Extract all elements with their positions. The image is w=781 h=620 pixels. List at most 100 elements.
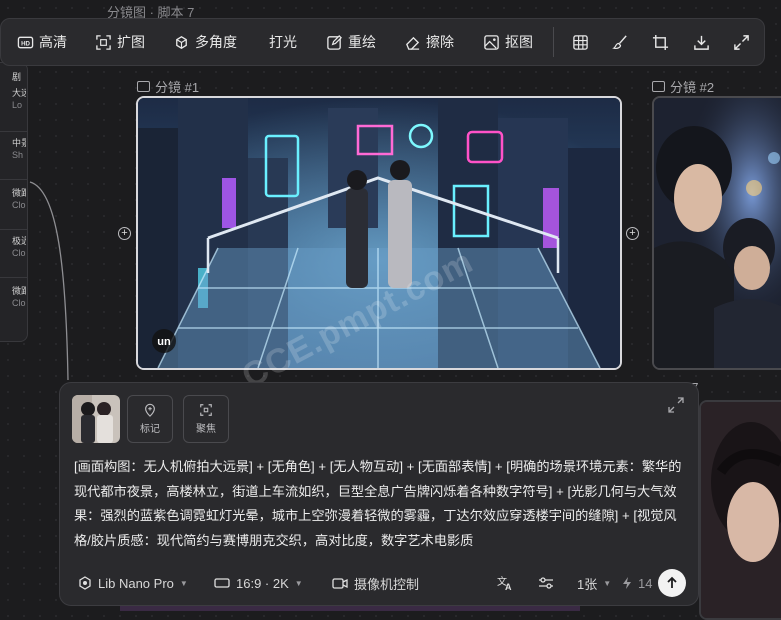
arrow-up-icon [667,576,677,588]
hd-button[interactable]: HD 高清 [17,19,67,65]
lighting-label: 打光 [269,34,297,50]
fullscreen-icon [734,34,749,50]
edit-icon [327,34,342,50]
svg-text:HD: HD [21,40,30,47]
brush-icon [612,34,627,49]
expand-label: 扩图 [117,34,145,50]
redraw-button[interactable]: 重绘 [326,19,376,65]
translate-button[interactable]: 文A [497,569,515,597]
image-icon [652,81,665,92]
model-name: Lib Nano Pro [98,575,174,591]
frame-2-label: 分镜 #2 [652,77,714,96]
frame-1-title: 分镜 #1 [155,80,200,95]
focus-icon [200,404,212,416]
panel-top-label: 剧 [12,72,22,82]
aspect-ratio-icon [214,578,230,588]
download-button[interactable] [693,19,710,65]
frame-2-image[interactable] [652,96,781,370]
prompt-textarea[interactable]: [画面构图：无人机俯拍大远景] + [无角色] + [无人物互动] + [无面部… [74,455,686,553]
cutout-label: 抠图 [505,34,533,50]
settings-button[interactable] [538,569,554,597]
sliders-icon [539,577,553,589]
shot-item-title: 大远 [12,88,26,98]
redraw-label: 重绘 [348,34,376,50]
expand-panel-icon[interactable] [668,397,684,413]
toolbar-separator [553,27,554,57]
erase-label: 擦除 [426,34,454,50]
hd-icon: HD [17,36,34,48]
aspect-ratio-value: 16:9 · 2K [236,575,289,591]
chevron-down-icon: ▼ [294,578,303,588]
credits-display: 14 [622,569,652,597]
camera-control-label: 摄像机控制 [354,576,420,592]
crop-button[interactable] [652,19,669,65]
shot-item-3[interactable]: 微距 Clo [12,187,26,211]
add-after-node[interactable]: + [626,227,639,240]
grid-button[interactable] [572,19,589,65]
camera-icon [332,578,348,589]
crop-icon [652,34,669,50]
image-toolbar: HD 高清 扩图 多角度 打光 重绘 擦除 抠图 [0,18,765,66]
download-icon [694,35,709,50]
grid-icon [573,34,588,50]
cutout-button[interactable]: 抠图 [483,19,533,65]
reference-image [72,395,120,443]
portrait-scene [701,402,781,618]
model-logo-icon [79,576,91,590]
svg-text:A: A [505,582,512,591]
add-before-node[interactable]: + [118,227,131,240]
shot-item-sub: Clo [12,200,26,210]
divider [0,277,27,278]
lightning-icon [623,577,631,589]
shot-item-sub: Sh [12,150,24,160]
credits-value: 14 [638,575,653,591]
model-selector[interactable]: Lib Nano Pro ▼ [78,569,188,597]
lighting-button[interactable]: 打光 [269,19,297,65]
focus-label: 聚焦 [196,424,216,435]
chevron-down-icon: ▼ [603,578,612,588]
translate-icon: 文A [497,575,512,591]
image-icon [137,81,150,92]
aspect-ratio-selector[interactable]: 16:9 · 2K ▼ [214,569,303,597]
brush-button[interactable] [612,19,629,65]
cube-rotate-icon [176,35,187,49]
image-count-value: 1张 [577,576,598,592]
expand-icon [96,34,111,50]
cutout-icon [484,34,499,50]
divider [0,229,27,230]
shot-item-2[interactable]: 中景 Sh [12,137,26,161]
frame-2-title: 分镜 #2 [670,80,715,95]
focus-button[interactable]: 聚焦 [183,395,229,443]
eraser-icon [406,36,420,50]
mark-label: 标记 [140,424,160,435]
fullscreen-button[interactable] [733,19,750,65]
shot-item-5[interactable]: 微距 Clo [12,285,26,309]
expand-image-button[interactable]: 扩图 [95,19,145,65]
mark-button[interactable]: 标记 [127,395,173,443]
shot-item-4[interactable]: 极近 Clo [12,235,26,259]
generation-options-bar: Lib Nano Pro ▼ 16:9 · 2K ▼ 摄像机控制 文A 1张 ▼… [74,569,686,597]
erase-button[interactable]: 擦除 [404,19,454,65]
frame-badge: un [157,336,171,348]
hd-label: 高清 [39,34,67,50]
divider [0,179,27,180]
shot-item-title: 微距 [12,286,26,296]
connector-line [29,181,69,381]
image-count-selector[interactable]: 1张 ▼ [577,569,611,597]
shot-item-title: 极近 [12,236,26,246]
multi-angle-label: 多角度 [195,34,237,50]
chevron-down-icon: ▼ [179,578,188,588]
two-men-scene [654,98,781,368]
send-button[interactable] [658,569,686,597]
shot-item-sub: Lo [12,100,23,110]
shot-item-sub: Clo [12,298,26,308]
frame-7-image[interactable] [699,400,781,620]
location-pin-icon [145,403,155,417]
camera-control-button[interactable]: 摄像机控制 [332,569,419,597]
reference-thumbnail[interactable] [72,395,120,443]
shot-type-panel: 剧 大远 Lo 中景 Sh 微距 Clo 极近 Clo 微距 Clo [0,62,28,342]
shot-item-title: 中景 [12,138,26,148]
shot-item-sub: Clo [12,248,26,258]
shot-item-1[interactable]: 大远 Lo [12,87,26,111]
multi-angle-button[interactable]: 多角度 [173,19,237,65]
